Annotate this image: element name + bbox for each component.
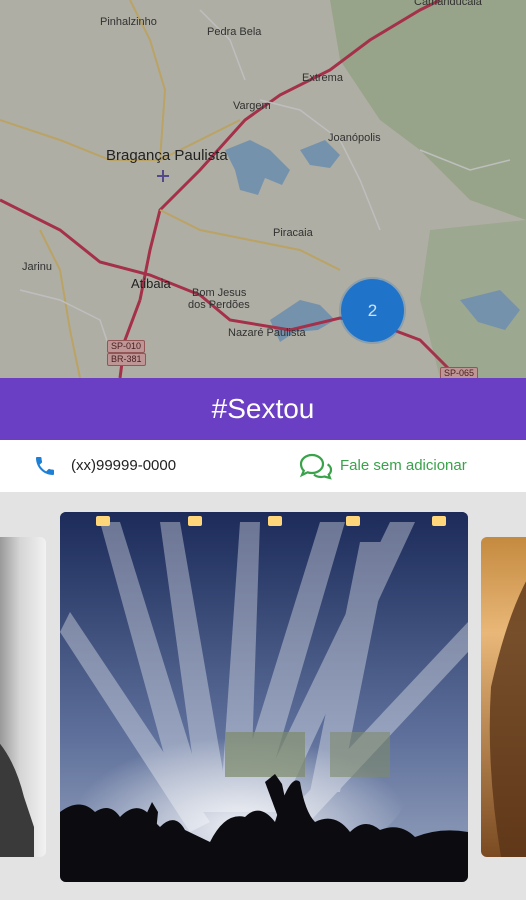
map-cluster-marker[interactable]: 2	[341, 279, 404, 342]
carousel-card-left[interactable]	[0, 537, 46, 857]
title-bar: #Sextou	[0, 378, 526, 440]
phone-icon[interactable]	[33, 454, 57, 478]
carousel-card-concert[interactable]	[60, 512, 468, 882]
chat-without-adding-link[interactable]: Fale sem adicionar	[340, 457, 467, 474]
page-title: #Sextou	[211, 393, 315, 424]
photo-carousel[interactable]	[0, 492, 526, 900]
chat-bubbles-icon[interactable]	[297, 452, 333, 480]
phone-number[interactable]: (xx)99999-0000	[71, 457, 176, 474]
map-view[interactable]: Pinhalzinho Pedra Bela Camanducaia Extre…	[0, 0, 526, 378]
map-overlay	[0, 0, 526, 378]
contact-bar: (xx)99999-0000 Fale sem adicionar	[0, 440, 526, 492]
portrait-photo-right	[489, 581, 526, 857]
cluster-count: 2	[367, 300, 378, 320]
concert-photo	[60, 512, 468, 882]
carousel-card-right[interactable]	[481, 537, 526, 857]
portrait-photo-left	[0, 743, 34, 857]
